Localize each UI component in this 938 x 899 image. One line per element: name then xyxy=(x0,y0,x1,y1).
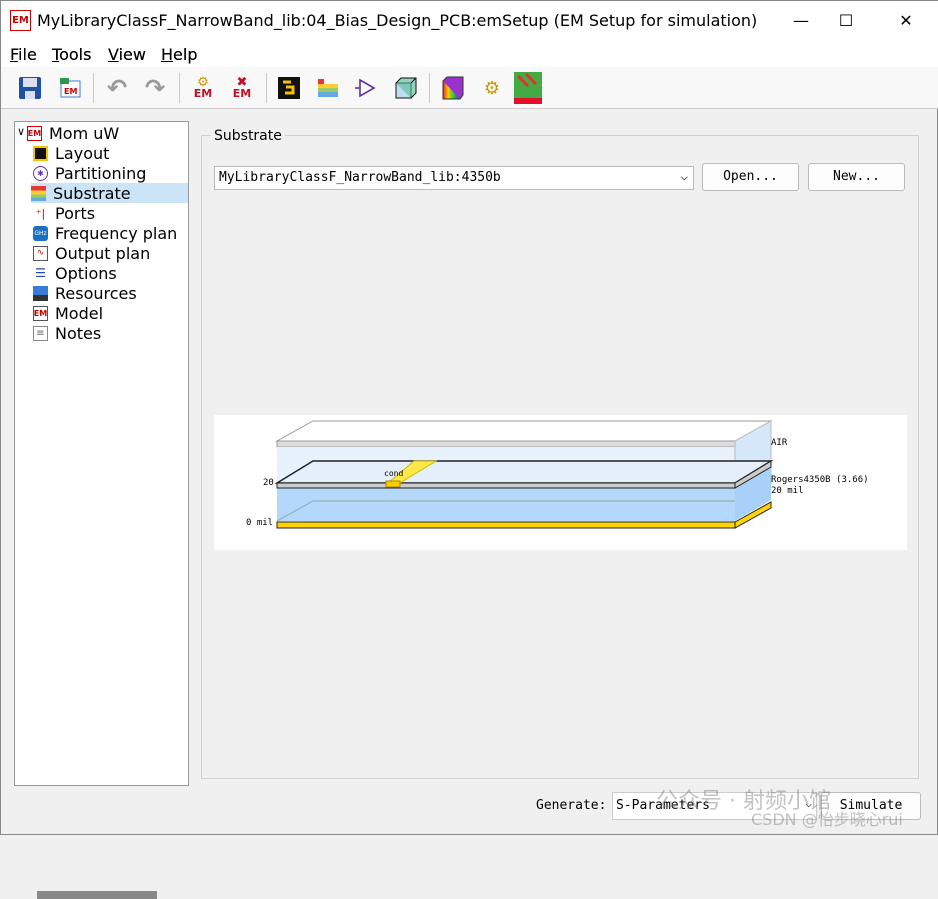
tree-root-mom-uw[interactable]: EM Mom uW xyxy=(27,123,119,143)
layout-icon xyxy=(33,145,48,161)
menu-tools[interactable]: Tools Tools xyxy=(52,45,91,64)
em-icon: EM xyxy=(27,125,42,141)
group-label: Substrate xyxy=(211,128,285,144)
resources-icon xyxy=(33,285,48,301)
layout-icon[interactable] xyxy=(275,74,303,102)
mnemonic: V xyxy=(108,45,119,64)
tree-item-layout[interactable]: Layout xyxy=(33,143,109,163)
material-label: Rogers4350B (3.66) xyxy=(771,475,869,485)
separator xyxy=(429,73,430,103)
open-button[interactable]: Open... xyxy=(702,163,799,191)
options-list-icon: ☰ xyxy=(35,266,46,280)
tree-label: Mom uW xyxy=(49,123,120,143)
title-bar: EM MyLibraryClassF_NarrowBand_lib:04_Bia… xyxy=(1,1,938,41)
minimize-button[interactable]: — xyxy=(778,7,824,35)
conductor-label: cond xyxy=(384,469,404,478)
menu-mnemonic-overlay: View xyxy=(108,45,146,64)
tree-item-resources[interactable]: Resources xyxy=(33,283,137,303)
ghz-icon: GHz xyxy=(33,225,48,241)
mnemonic: F xyxy=(10,45,19,64)
top-level-label: 20 xyxy=(263,478,274,488)
undo-icon[interactable]: ↶ xyxy=(103,74,131,102)
chevron-down-icon: ⌵ xyxy=(680,169,688,183)
bottom-level-label: 0 mil xyxy=(246,518,274,528)
menu-label-rest: elp xyxy=(173,45,198,64)
menu-help[interactable]: Help Help xyxy=(161,45,197,64)
color-map-icon[interactable] xyxy=(439,74,467,102)
ports-icon: ⁺| xyxy=(35,206,46,220)
new-button[interactable]: New... xyxy=(808,163,905,191)
model-em-icon: EM xyxy=(33,305,48,321)
menu-mnemonic-overlay: Tools xyxy=(52,45,91,64)
collapse-chevron-icon[interactable]: ∨ xyxy=(17,125,25,138)
menu-label-rest: iew xyxy=(118,45,146,64)
tree-item-output-plan[interactable]: ∿ Output plan xyxy=(33,243,150,263)
tree-item-substrate[interactable]: Substrate xyxy=(31,183,188,203)
tree-label: Resources xyxy=(55,283,137,303)
tree-label: Output plan xyxy=(55,243,151,263)
mnemonic: T xyxy=(52,45,60,64)
close-button[interactable]: ✕ xyxy=(883,7,929,35)
tree-item-frequency-plan[interactable]: GHz Frequency plan xyxy=(33,223,177,243)
thickness-label: 20 mil xyxy=(771,486,804,496)
window-title: MyLibraryClassF_NarrowBand_lib:04_Bias_D… xyxy=(37,11,758,30)
tree-label: Layout xyxy=(55,143,110,163)
schematic-symbol-icon[interactable] xyxy=(353,74,381,102)
substrate-select[interactable]: MyLibraryClassF_NarrowBand_lib:4350b ⌵ xyxy=(214,166,694,190)
substrate-icon xyxy=(31,185,46,201)
tree-label: Substrate xyxy=(53,183,131,203)
tree-label: Ports xyxy=(55,203,96,223)
tree-label: Frequency plan xyxy=(55,223,178,243)
substrate-diagram: AIR Rogers4350B (3.66) 20 mil 20 0 mil c… xyxy=(214,415,907,550)
menu-label-rest: ools xyxy=(59,45,92,64)
toolbar: EM ↶ ↷ ⚙ EM ✖ EM ⚙ xyxy=(1,67,938,109)
tree-label: Model xyxy=(55,303,104,323)
mnemonic: H xyxy=(161,45,174,64)
menu-view[interactable]: View View xyxy=(108,45,146,64)
app-icon: EM xyxy=(10,10,31,31)
separator xyxy=(266,73,267,103)
maximize-button[interactable]: ☐ xyxy=(823,7,869,35)
air-label: AIR xyxy=(771,438,788,448)
tree-item-ports[interactable]: ⁺| Ports xyxy=(33,203,95,223)
output-plan-icon: ∿ xyxy=(33,245,48,261)
svg-text:EM: EM xyxy=(64,87,77,96)
tree-item-model[interactable]: EM Model xyxy=(33,303,103,323)
substrate-icon[interactable] xyxy=(314,74,342,102)
redo-icon[interactable]: ↷ xyxy=(141,74,169,102)
tree-item-partitioning[interactable]: ✱ Partitioning xyxy=(33,163,146,183)
save-icon[interactable] xyxy=(16,74,44,102)
far-field-icon[interactable]: ⚙ xyxy=(478,74,506,102)
menu-mnemonic-overlay: File xyxy=(10,45,37,64)
selected-value: MyLibraryClassF_NarrowBand_lib:4350b xyxy=(219,170,501,185)
tree-label: Notes xyxy=(55,323,102,343)
separator xyxy=(93,73,94,103)
em-load-icon[interactable]: EM xyxy=(56,74,84,102)
menu-label-rest: ile xyxy=(18,45,37,64)
tree-item-options[interactable]: ☰ Options xyxy=(33,263,117,283)
watermark: CSDN @怡步晓心rui xyxy=(751,810,903,829)
menu-file[interactable]: File File xyxy=(10,45,37,64)
notes-icon: ≡ xyxy=(33,325,48,341)
menu-bar: File File Tools Tools View View Help Help xyxy=(1,41,938,67)
setup-tree: ∨ EM Mom uW Layout ✱ Partitioning Substrat… xyxy=(14,121,189,899)
separator xyxy=(179,73,180,103)
generate-label: Generate: xyxy=(536,798,607,813)
menu-mnemonic-overlay: Help xyxy=(161,45,197,64)
visualization-icon[interactable] xyxy=(514,72,542,104)
tree-label: Partitioning xyxy=(55,163,147,183)
em-stop-icon[interactable]: ✖ EM xyxy=(228,74,256,102)
partitioning-icon: ✱ xyxy=(33,165,48,181)
horizontal-scrollbar[interactable] xyxy=(37,891,157,899)
tree-item-notes[interactable]: ≡ Notes xyxy=(33,323,101,343)
3d-view-icon[interactable] xyxy=(392,74,420,102)
tree-label: Options xyxy=(55,263,117,283)
em-simulate-icon[interactable]: ⚙ EM xyxy=(189,74,217,102)
